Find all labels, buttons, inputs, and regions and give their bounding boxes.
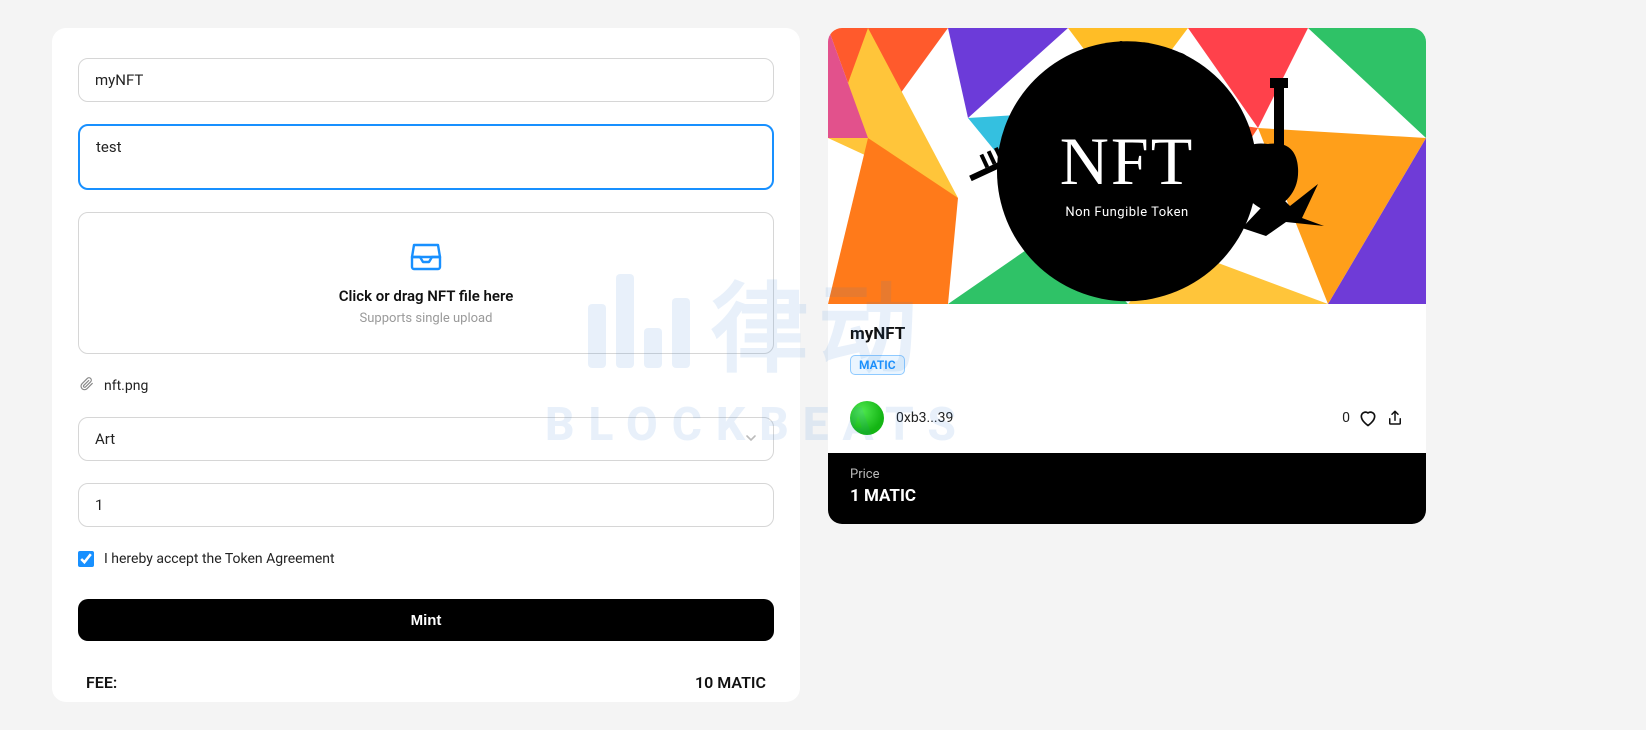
nft-preview-card: NFT Non Fungible Token myNFT MATIC 0xb3.… xyxy=(828,28,1426,524)
attached-file-row: nft.png xyxy=(78,376,774,395)
nft-logo-circle: NFT Non Fungible Token xyxy=(997,41,1257,301)
nft-description-textarea[interactable]: test xyxy=(78,124,774,190)
fee-row: FEE: 10 MATIC xyxy=(78,663,774,692)
attached-file-name: nft.png xyxy=(104,378,148,394)
chain-badge: MATIC xyxy=(850,355,905,375)
nft-name-input[interactable] xyxy=(78,58,774,102)
inbox-icon xyxy=(410,241,442,275)
owner-avatar xyxy=(850,401,884,435)
nft-logo-text: NFT xyxy=(1060,122,1194,201)
price-label: Price xyxy=(850,467,1404,482)
mint-form-card: test Click or drag NFT file here Support… xyxy=(52,28,800,702)
agreement-checkbox[interactable] xyxy=(78,551,94,567)
price-value: 1 MATIC xyxy=(850,486,1404,506)
agreement-label: I hereby accept the Token Agreement xyxy=(104,551,335,567)
mint-button[interactable]: Mint xyxy=(78,599,774,641)
paperclip-icon xyxy=(80,376,94,395)
fee-value: 10 MATIC xyxy=(695,673,766,692)
heart-icon[interactable] xyxy=(1358,408,1378,428)
category-selected-value: Art xyxy=(95,430,115,448)
price-bar: Price 1 MATIC xyxy=(828,453,1426,524)
dropzone-title: Click or drag NFT file here xyxy=(339,287,514,305)
owner-row: 0xb3...39 xyxy=(850,401,953,435)
nft-preview-image: NFT Non Fungible Token xyxy=(828,28,1426,304)
share-icon[interactable] xyxy=(1386,408,1404,428)
owner-address: 0xb3...39 xyxy=(896,410,953,426)
fee-label: FEE: xyxy=(86,673,117,692)
agreement-row: I hereby accept the Token Agreement xyxy=(78,549,774,567)
likes-count: 0 xyxy=(1342,410,1350,426)
nft-logo-subtitle: Non Fungible Token xyxy=(1065,205,1188,220)
file-dropzone[interactable]: Click or drag NFT file here Supports sin… xyxy=(78,212,774,354)
quantity-input[interactable] xyxy=(78,483,774,527)
dropzone-subtitle: Supports single upload xyxy=(360,311,493,326)
preview-title: myNFT xyxy=(850,324,1404,344)
category-select[interactable]: Art xyxy=(78,417,774,461)
chevron-down-icon xyxy=(745,432,757,447)
